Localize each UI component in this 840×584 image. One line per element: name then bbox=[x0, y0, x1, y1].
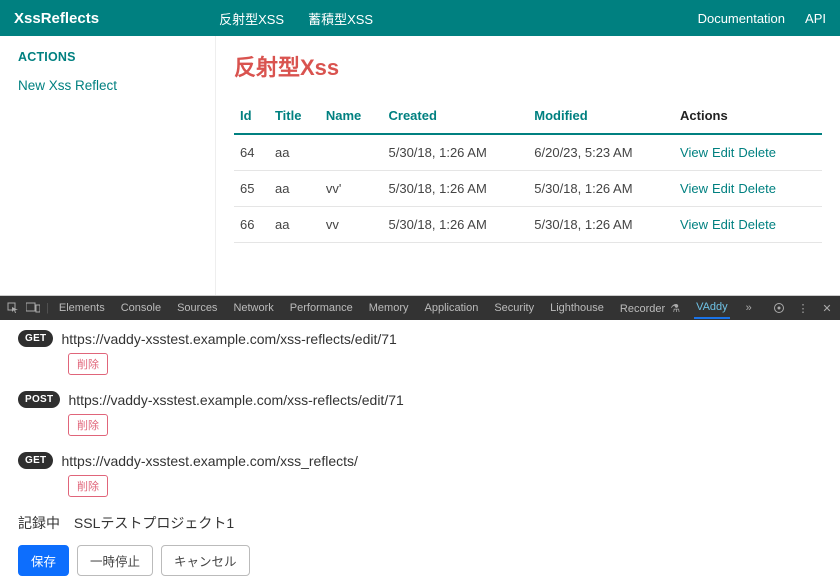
col-name[interactable]: Name bbox=[320, 100, 383, 134]
delete-request-button[interactable]: 削除 bbox=[68, 353, 108, 375]
action-view[interactable]: View bbox=[680, 145, 708, 160]
kebab-icon[interactable]: ⋮ bbox=[796, 301, 810, 315]
more-tabs-icon[interactable]: » bbox=[742, 301, 756, 315]
devtools-tabbar: | Elements Console Sources Network Perfo… bbox=[0, 296, 840, 320]
recording-project: SSLテストプロジェクト1 bbox=[74, 515, 234, 531]
recording-status: 記録中 SSLテストプロジェクト1 bbox=[18, 513, 822, 533]
cell-created: 5/30/18, 1:26 AM bbox=[383, 171, 529, 207]
action-edit[interactable]: Edit bbox=[712, 145, 734, 160]
cell-created: 5/30/18, 1:26 AM bbox=[383, 134, 529, 171]
tab-memory[interactable]: Memory bbox=[367, 298, 411, 318]
table-row: 66aavv5/30/18, 1:26 AM5/30/18, 1:26 AMVi… bbox=[234, 207, 822, 243]
close-devtools-icon[interactable]: ✕ bbox=[820, 301, 834, 315]
cell-name: vv bbox=[320, 207, 383, 243]
xss-table: Id Title Name Created Modified Actions 6… bbox=[234, 100, 822, 243]
method-badge: GET bbox=[18, 452, 53, 469]
tab-sources[interactable]: Sources bbox=[175, 298, 219, 318]
cell-modified: 6/20/23, 5:23 AM bbox=[528, 134, 674, 171]
cell-modified: 5/30/18, 1:26 AM bbox=[528, 207, 674, 243]
flask-icon: ⚗ bbox=[667, 303, 680, 315]
action-edit[interactable]: Edit bbox=[712, 181, 734, 196]
method-badge: POST bbox=[18, 391, 60, 408]
brand: XssReflects bbox=[14, 10, 99, 27]
cell-title: aa bbox=[269, 171, 320, 207]
col-actions: Actions bbox=[674, 100, 822, 134]
tab-security[interactable]: Security bbox=[492, 298, 536, 318]
devtools-panel: | Elements Console Sources Network Perfo… bbox=[0, 295, 840, 584]
request-block: GET https://vaddy-xsstest.example.com/xss… bbox=[18, 452, 822, 497]
tab-recorder[interactable]: Recorder ⚗ bbox=[618, 298, 682, 319]
cell-name bbox=[320, 134, 383, 171]
action-edit[interactable]: Edit bbox=[712, 217, 734, 232]
cell-id: 64 bbox=[234, 134, 269, 171]
nav-stored-xss[interactable]: 蓄積型XSS bbox=[308, 9, 373, 28]
tab-vaddy[interactable]: VAddy bbox=[694, 297, 730, 319]
tab-network[interactable]: Network bbox=[231, 298, 275, 318]
settings-icon[interactable] bbox=[772, 301, 786, 315]
nav-reflect-xss[interactable]: 反射型XSS bbox=[219, 9, 284, 28]
delete-request-button[interactable]: 削除 bbox=[68, 475, 108, 497]
table-row: 64aa5/30/18, 1:26 AM6/20/23, 5:23 AMView… bbox=[234, 134, 822, 171]
col-modified[interactable]: Modified bbox=[528, 100, 674, 134]
recording-buttons: 保存 一時停止 キャンセル bbox=[18, 545, 822, 576]
content-area: 反射型Xss Id Title Name Created Modified Ac… bbox=[216, 36, 840, 295]
pause-button[interactable]: 一時停止 bbox=[77, 545, 153, 576]
device-toolbar-icon[interactable] bbox=[26, 301, 40, 315]
col-created[interactable]: Created bbox=[383, 100, 529, 134]
nav-api[interactable]: API bbox=[805, 11, 826, 26]
nav-documentation[interactable]: Documentation bbox=[698, 11, 785, 26]
tab-elements[interactable]: Elements bbox=[57, 298, 107, 318]
inspect-icon[interactable] bbox=[6, 301, 20, 315]
recording-label: 記録中 bbox=[18, 515, 60, 531]
request-list: GET https://vaddy-xsstest.example.com/xss… bbox=[18, 330, 822, 497]
action-delete[interactable]: Delete bbox=[738, 145, 776, 160]
request-url: https://vaddy-xsstest.example.com/xss-re… bbox=[68, 392, 403, 408]
cell-id: 65 bbox=[234, 171, 269, 207]
cell-modified: 5/30/18, 1:26 AM bbox=[528, 171, 674, 207]
request-block: GET https://vaddy-xsstest.example.com/xss… bbox=[18, 330, 822, 375]
tab-application[interactable]: Application bbox=[423, 298, 481, 318]
request-line: POST https://vaddy-xsstest.example.com/xs… bbox=[18, 391, 822, 408]
top-nav-right: Documentation API bbox=[698, 11, 826, 26]
action-delete[interactable]: Delete bbox=[738, 217, 776, 232]
action-view[interactable]: View bbox=[680, 217, 708, 232]
tab-lighthouse[interactable]: Lighthouse bbox=[548, 298, 606, 318]
action-delete[interactable]: Delete bbox=[738, 181, 776, 196]
cell-id: 66 bbox=[234, 207, 269, 243]
xss-table-body: 64aa5/30/18, 1:26 AM6/20/23, 5:23 AMView… bbox=[234, 134, 822, 243]
cell-title: aa bbox=[269, 207, 320, 243]
cell-created: 5/30/18, 1:26 AM bbox=[383, 207, 529, 243]
top-bar: XssReflects 反射型XSS 蓄積型XSS Documentation … bbox=[0, 0, 840, 36]
table-row: 65aavv'5/30/18, 1:26 AM5/30/18, 1:26 AMV… bbox=[234, 171, 822, 207]
request-line: GET https://vaddy-xsstest.example.com/xss… bbox=[18, 330, 822, 347]
sidebar-heading: ACTIONS bbox=[18, 50, 197, 64]
main-layout: ACTIONS New Xss Reflect 反射型Xss Id Title … bbox=[0, 36, 840, 295]
delete-request-button[interactable]: 削除 bbox=[68, 414, 108, 436]
cell-actions: View Edit Delete bbox=[674, 134, 822, 171]
request-url: https://vaddy-xsstest.example.com/xss-re… bbox=[61, 331, 396, 347]
top-nav: 反射型XSS 蓄積型XSS bbox=[219, 9, 373, 28]
cell-actions: View Edit Delete bbox=[674, 207, 822, 243]
cell-name: vv' bbox=[320, 171, 383, 207]
action-view[interactable]: View bbox=[680, 181, 708, 196]
request-url: https://vaddy-xsstest.example.com/xss_re… bbox=[61, 453, 357, 469]
cell-title: aa bbox=[269, 134, 320, 171]
tab-performance[interactable]: Performance bbox=[288, 298, 355, 318]
request-line: GET https://vaddy-xsstest.example.com/xss… bbox=[18, 452, 822, 469]
request-block: POST https://vaddy-xsstest.example.com/xs… bbox=[18, 391, 822, 436]
sidebar-new-xss-reflect[interactable]: New Xss Reflect bbox=[18, 78, 197, 93]
col-title[interactable]: Title bbox=[269, 100, 320, 134]
sidebar: ACTIONS New Xss Reflect bbox=[0, 36, 216, 295]
tab-console[interactable]: Console bbox=[119, 298, 163, 318]
devtools-body: GET https://vaddy-xsstest.example.com/xss… bbox=[0, 320, 840, 584]
page-title: 反射型Xss bbox=[234, 50, 822, 82]
method-badge: GET bbox=[18, 330, 53, 347]
col-id[interactable]: Id bbox=[234, 100, 269, 134]
cancel-button[interactable]: キャンセル bbox=[161, 545, 250, 576]
cell-actions: View Edit Delete bbox=[674, 171, 822, 207]
save-button[interactable]: 保存 bbox=[18, 545, 69, 576]
